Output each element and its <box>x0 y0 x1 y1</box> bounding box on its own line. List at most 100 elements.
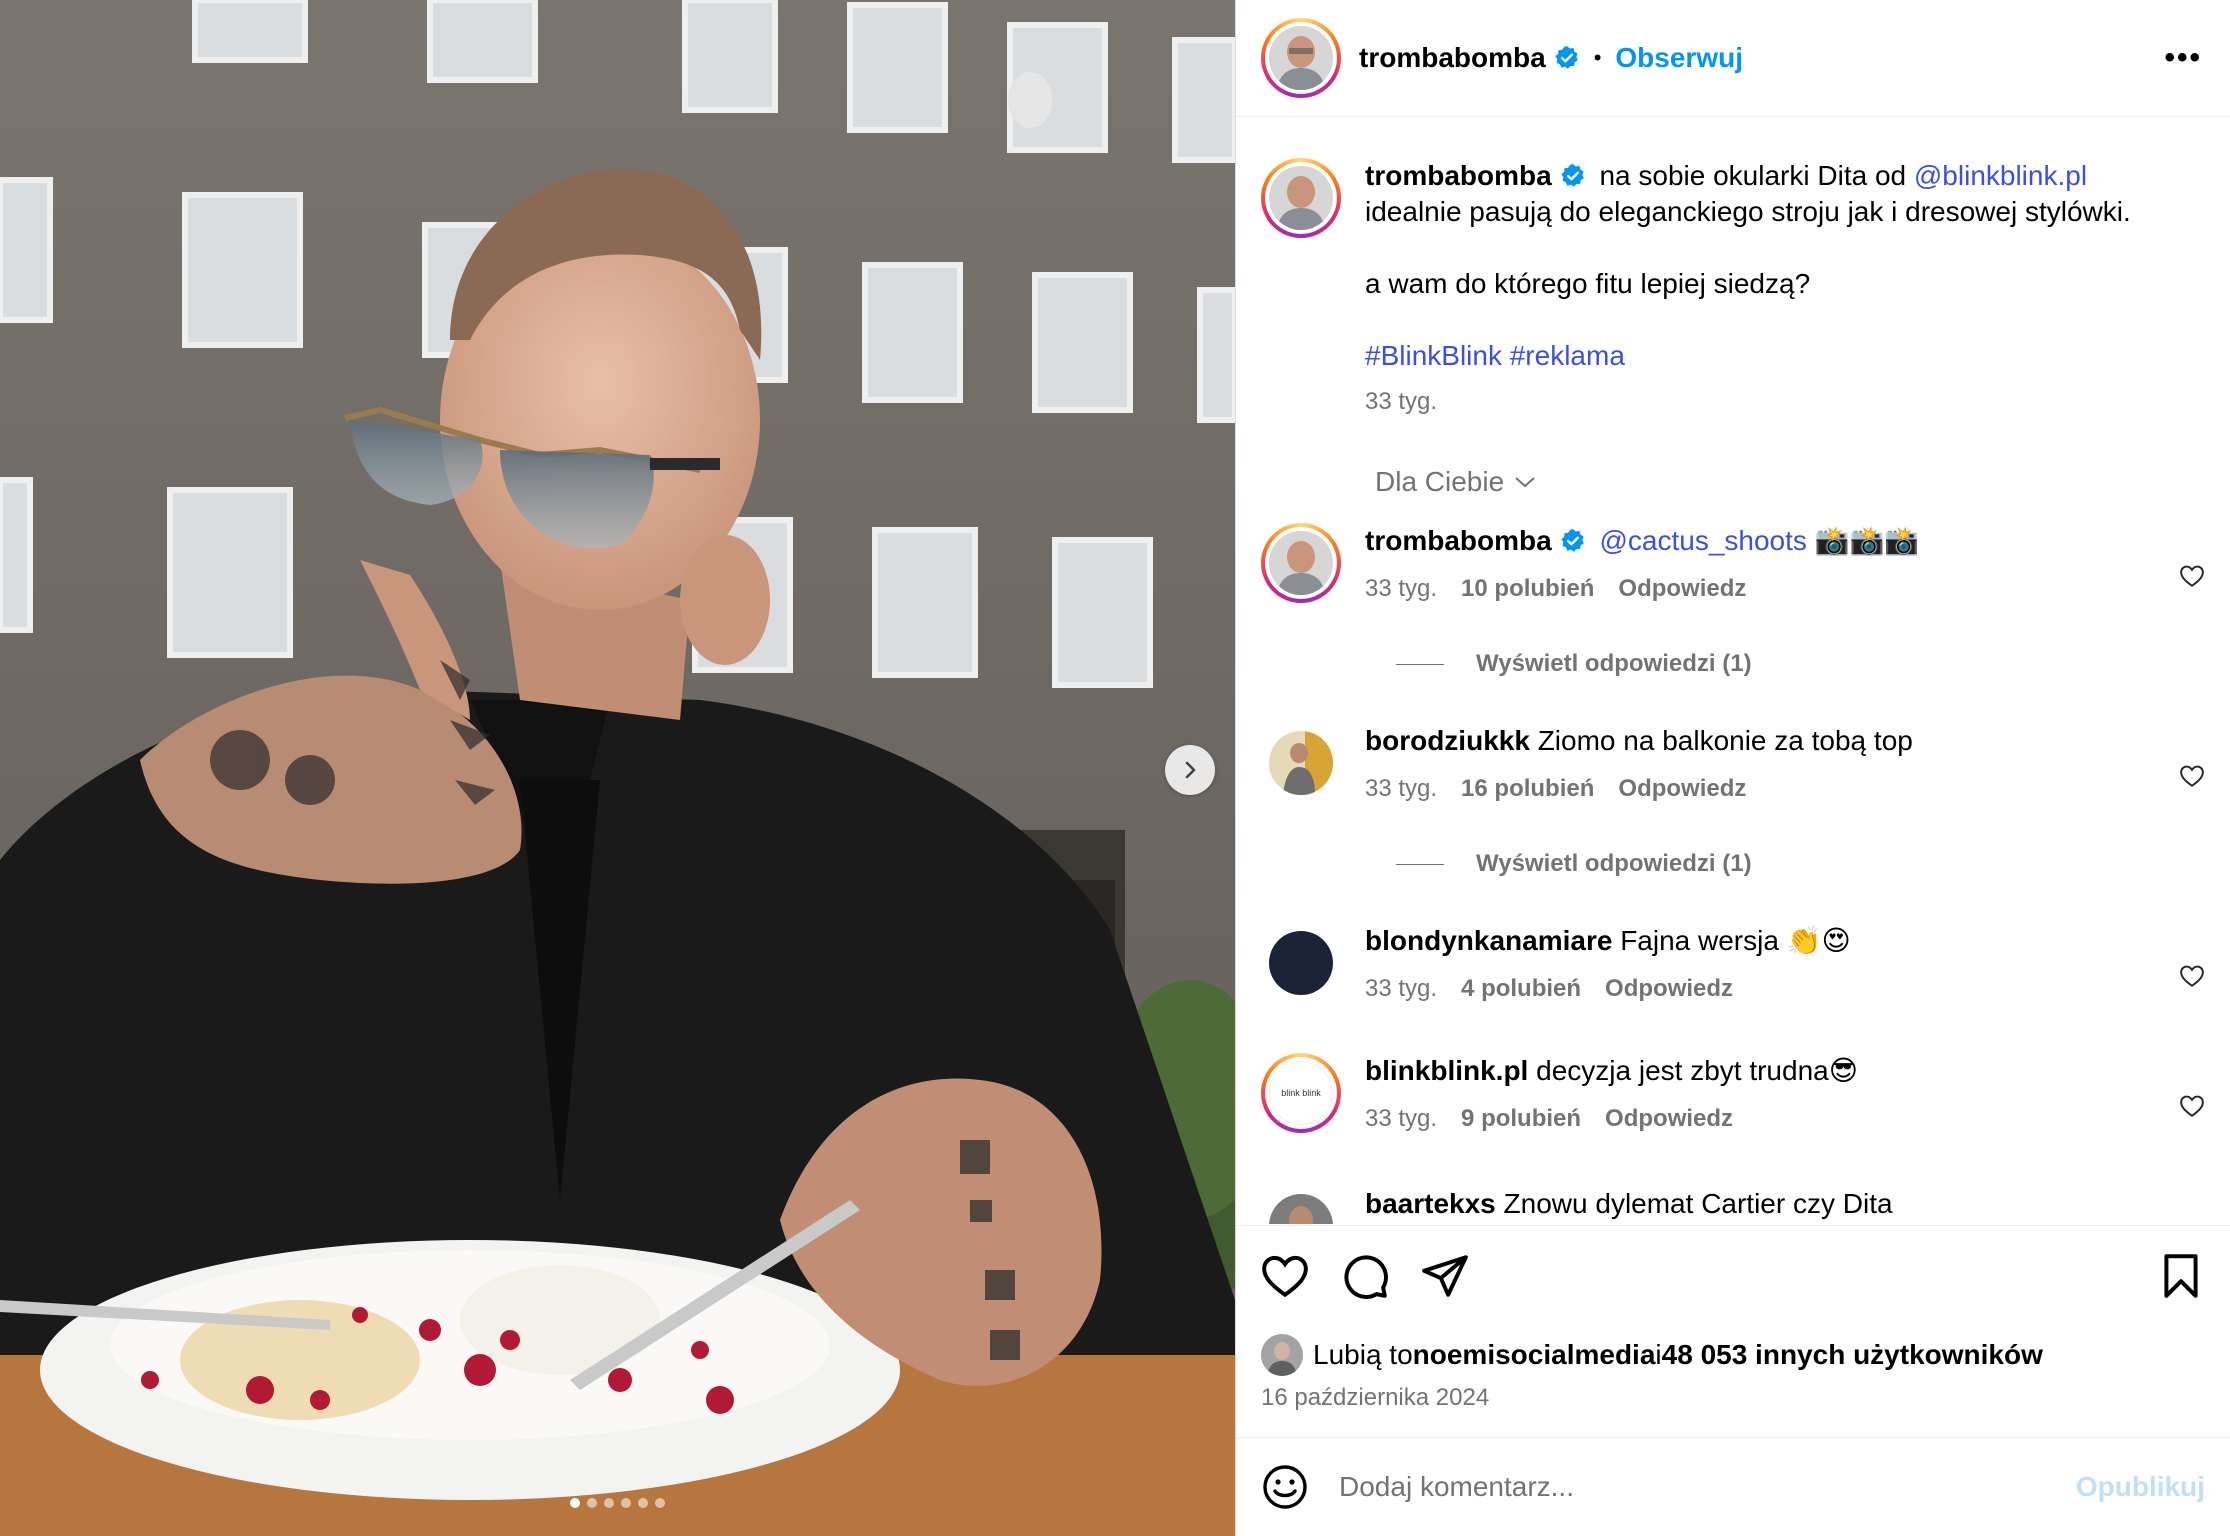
comment-item: blondynkanamiare Fajna wersja 👏😍 33 tyg.… <box>1261 923 2205 1007</box>
pagination-dot <box>638 1498 648 1508</box>
view-replies-button[interactable]: Wyświetl odpowiedzi (1) <box>1396 650 1752 678</box>
reply-button[interactable]: Odpowiedz <box>1605 971 1733 1007</box>
reply-button[interactable]: Odpowiedz <box>1618 571 1746 607</box>
share-send-icon[interactable] <box>1420 1251 1470 1301</box>
caption-timestamp: 33 tyg. <box>1365 388 1438 415</box>
verified-badge-icon <box>1560 529 1584 552</box>
comment-text: Fajna wersja 👏😍 <box>1620 925 1851 956</box>
likes-count[interactable]: 48 053 innych użytkowników <box>1662 1339 2043 1371</box>
follow-button[interactable]: Obserwuj <box>1615 42 1743 74</box>
chevron-down-icon <box>1515 477 1535 488</box>
author-avatar[interactable] <box>1261 18 1341 98</box>
post-photo <box>0 0 1235 1536</box>
like-comment-heart-icon[interactable] <box>2179 963 2205 989</box>
pagination-dot <box>604 1498 614 1508</box>
post-media[interactable] <box>0 0 1235 1536</box>
caption-username[interactable]: trombabomba <box>1365 160 1552 191</box>
comment-sort-label: Dla Ciebie <box>1375 466 1505 497</box>
profile-photo-icon <box>1269 531 1333 595</box>
comment-input[interactable] <box>1339 1471 2076 1503</box>
verified-badge-icon <box>1554 46 1578 69</box>
caption-mention-link[interactable]: @blinkblink.pl <box>1914 160 2087 191</box>
caption-text-line3: a wam do którego fitu lepiej siedzą? <box>1365 268 1811 299</box>
reply-button[interactable]: Odpowiedz <box>1618 771 1746 807</box>
add-comment-bar: Opublikuj <box>1236 1437 2230 1536</box>
view-replies-button[interactable]: Wyświetl odpowiedzi (1) <box>1396 850 1752 878</box>
hashtag-link[interactable]: #reklama <box>1510 340 1625 371</box>
comment-text: decyzja jest zbyt trudna😎 <box>1536 1055 1858 1086</box>
divider-line <box>1396 663 1444 665</box>
commenter-avatar[interactable] <box>1269 1194 1333 1224</box>
caption-author-avatar[interactable] <box>1261 158 1341 238</box>
comment-item: borodziukkk Ziomo na balkonie za tobą to… <box>1261 723 2205 807</box>
comment-username[interactable]: borodziukkk <box>1365 725 1530 756</box>
commenter-avatar[interactable] <box>1261 523 1341 603</box>
chevron-right-icon <box>1185 761 1196 779</box>
comment-item: trombabomba @cactus_shoots 📸📸📸 33 tyg. 1… <box>1261 523 2205 607</box>
comment-bubble-icon[interactable] <box>1340 1251 1390 1301</box>
media-pagination-dots <box>0 1498 1235 1508</box>
like-heart-icon[interactable] <box>1260 1251 1310 1301</box>
comment-likes-count[interactable]: 10 polubień <box>1461 571 1594 607</box>
more-options-icon[interactable]: ••• <box>2164 43 2202 73</box>
comment-timestamp: 33 tyg. <box>1365 775 1438 802</box>
emoji-smiley-icon[interactable] <box>1261 1463 1309 1511</box>
profile-photo-icon <box>1269 1194 1333 1224</box>
commenter-avatar[interactable]: blink blink <box>1261 1053 1341 1133</box>
pagination-dot <box>621 1498 631 1508</box>
pagination-dot <box>587 1498 597 1508</box>
liker-avatar <box>1261 1334 1303 1376</box>
comment-text: Znowu dylemat Cartier czy Dita <box>1503 1188 1893 1219</box>
comment-likes-count[interactable]: 4 polubień <box>1461 971 1581 1007</box>
liker-username[interactable]: noemisocialmedia <box>1413 1339 1656 1371</box>
comment-username[interactable]: baartekxs <box>1365 1188 1496 1219</box>
post-actions: Lubią to noemisocialmedia i 48 053 innyc… <box>1236 1225 2230 1437</box>
avatar-logo-text: blink blink <box>1281 1088 1321 1098</box>
separator-dot: • <box>1593 45 1602 70</box>
view-replies-label: Wyświetl odpowiedzi (1) <box>1476 850 1752 877</box>
likes-summary[interactable]: Lubią to noemisocialmedia i 48 053 innyc… <box>1261 1334 2043 1376</box>
post-details-panel: trombabomba • Obserwuj ••• trombabomba n… <box>1235 0 2230 1536</box>
comment-timestamp: 33 tyg. <box>1365 975 1438 1002</box>
caption-text: na sobie okularki Dita od <box>1599 160 1914 191</box>
comment-mention-link[interactable]: @cactus_shoots <box>1599 525 1806 556</box>
caption-text-line2: idealnie pasują do eleganckiego stroju j… <box>1365 196 2131 227</box>
like-comment-heart-icon[interactable] <box>2179 1093 2205 1119</box>
comment-username[interactable]: blondynkanamiare <box>1365 925 1612 956</box>
reply-button[interactable]: Odpowiedz <box>1605 1101 1733 1137</box>
divider-line <box>1396 863 1444 865</box>
comment-timestamp: 33 tyg. <box>1365 575 1438 602</box>
comments-scroll-area[interactable]: trombabomba na sobie okularki Dita od @b… <box>1236 118 2230 1224</box>
comment-item: baartekxs Znowu dylemat Cartier czy Dita <box>1261 1186 2205 1224</box>
comment-text: 📸📸📸 <box>1806 525 1920 556</box>
likes-prefix: Lubią to <box>1313 1339 1413 1370</box>
next-media-button[interactable] <box>1165 745 1215 795</box>
pagination-dot <box>570 1498 580 1508</box>
like-comment-heart-icon[interactable] <box>2179 763 2205 789</box>
like-comment-heart-icon[interactable] <box>2179 563 2205 589</box>
post-date: 16 października 2024 <box>1261 1384 1490 1411</box>
comment-likes-count[interactable]: 9 polubień <box>1461 1101 1581 1137</box>
profile-photo-icon <box>1269 26 1333 90</box>
commenter-avatar[interactable] <box>1269 931 1333 995</box>
comment-text: Ziomo na balkonie za tobą top <box>1537 725 1913 756</box>
author-username[interactable]: trombabomba <box>1359 42 1546 74</box>
comment-username[interactable]: trombabomba <box>1365 525 1552 556</box>
pagination-dot <box>655 1498 665 1508</box>
caption: trombabomba na sobie okularki Dita od @b… <box>1261 158 2205 420</box>
comment-username[interactable]: blinkblink.pl <box>1365 1055 1528 1086</box>
comment-item: blink blink blinkblink.pl decyzja jest z… <box>1261 1053 2205 1137</box>
hashtag-link[interactable]: #BlinkBlink <box>1365 340 1502 371</box>
profile-photo-icon <box>1269 166 1333 230</box>
post-header: trombabomba • Obserwuj ••• <box>1236 0 2230 117</box>
commenter-avatar[interactable] <box>1269 731 1333 795</box>
instagram-post-view: trombabomba • Obserwuj ••• trombabomba n… <box>0 0 2230 1536</box>
profile-photo-icon <box>1269 731 1333 795</box>
comment-timestamp: 33 tyg. <box>1365 1105 1438 1132</box>
comment-likes-count[interactable]: 16 polubień <box>1461 771 1594 807</box>
publish-button[interactable]: Opublikuj <box>2076 1471 2205 1503</box>
comment-sort-dropdown[interactable]: Dla Ciebie <box>1375 466 1536 498</box>
view-replies-label: Wyświetl odpowiedzi (1) <box>1476 650 1752 677</box>
save-bookmark-icon[interactable] <box>2156 1251 2206 1301</box>
profile-photo-icon <box>1261 1334 1303 1376</box>
